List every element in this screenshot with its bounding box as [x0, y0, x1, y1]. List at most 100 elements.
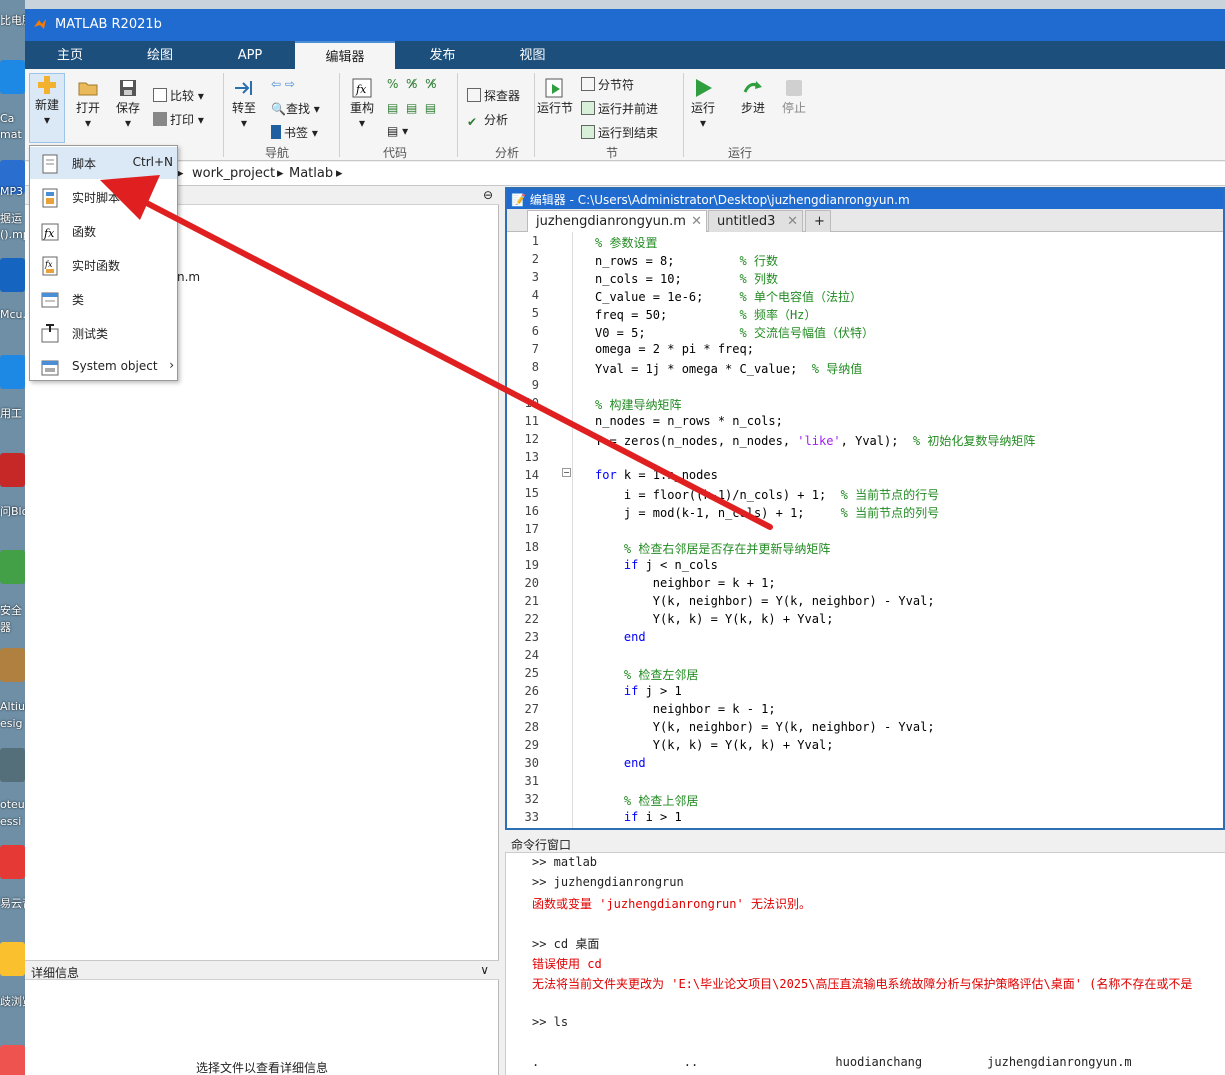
editor-title-bar: 📝 编辑器 - C:\Users\Administrator\Desktop\j…	[507, 189, 1223, 209]
code-keyword: if	[595, 810, 639, 824]
desktop-app-icon[interactable]	[0, 748, 25, 782]
save-button[interactable]: 保存 ▾	[111, 77, 145, 130]
desktop-app-icon[interactable]	[0, 355, 25, 389]
new-menu-item[interactable]: fx 函数	[30, 215, 177, 247]
indent-buttons[interactable]: ▤ ▤ ▤	[387, 101, 436, 115]
desktop-app-icon[interactable]	[0, 845, 25, 879]
close-icon[interactable]: ✕	[787, 214, 798, 229]
run-to-end-label: 运行到结束	[598, 126, 659, 140]
desktop-app-icon[interactable]	[0, 942, 25, 976]
test-class-icon	[41, 324, 59, 343]
refactor-button[interactable]: fx 重构 ▾	[345, 77, 379, 130]
run-to-end-button[interactable]: 运行到结束	[581, 124, 658, 141]
chevron-down-icon[interactable]: ∨	[480, 963, 489, 977]
new-menu-item[interactable]: System object	[30, 351, 177, 383]
run-section-icon	[545, 78, 563, 98]
fold-toggle-icon[interactable]: −	[562, 468, 571, 477]
run-button[interactable]: 运行 ▾	[685, 77, 721, 130]
run-section-button[interactable]: 运行节	[537, 77, 573, 116]
tab-home[interactable]: 主页	[25, 41, 115, 69]
code-text: n_rows = 8;	[595, 254, 740, 268]
find-button[interactable]: 🔍查找 ▾	[271, 100, 320, 117]
bookmark-button[interactable]: 书签 ▾	[271, 124, 318, 141]
tab-apps[interactable]: APP	[205, 41, 295, 69]
open-button[interactable]: 打开 ▾	[71, 77, 105, 130]
print-button[interactable]: 打印 ▾	[153, 111, 204, 128]
new-menu-item[interactable]: 测试类	[30, 317, 177, 349]
add-tab-button[interactable]: +	[805, 210, 831, 232]
check-icon: ✔	[467, 115, 478, 129]
code-line: Y(k, neighbor) = Y(k, neighbor) - Yval;	[595, 594, 935, 608]
line-number: 14	[524, 468, 539, 482]
code-comment: % 参数设置	[595, 236, 658, 250]
code-line: % 检查右邻居是否存在并更新导纳矩阵	[595, 540, 830, 557]
goto-button[interactable]: 转至 ▾	[227, 77, 261, 130]
close-icon[interactable]: ✕	[691, 214, 702, 229]
comment-buttons[interactable]: % %̸ %̸	[387, 77, 436, 91]
new-menu-item[interactable]: 类	[30, 283, 177, 315]
back-forward-buttons[interactable]: ⇦ ⇨	[271, 77, 295, 91]
breadcrumb-item[interactable]: Matlab	[289, 166, 333, 181]
class-icon	[41, 292, 59, 308]
stop-button[interactable]: 停止	[777, 77, 811, 116]
ribbon-separator	[339, 73, 340, 157]
new-menu-item[interactable]: 实时脚本	[30, 181, 177, 213]
code-string: 'like'	[797, 434, 841, 448]
compare-icon	[153, 88, 167, 102]
tab-view[interactable]: 视图	[490, 41, 575, 69]
search-icon: 🔍	[271, 102, 286, 116]
section-group-label: 节	[605, 146, 618, 160]
desktop-app-icon[interactable]	[0, 60, 25, 94]
file-list-item[interactable]: n.m	[177, 270, 200, 284]
code-line: end	[595, 756, 646, 770]
code-text: j = mod(k-1, n_cols) + 1;	[595, 506, 841, 520]
desktop-app-icon[interactable]	[0, 648, 25, 682]
tab-publish[interactable]: 发布	[395, 41, 490, 69]
dropdown-arrow-icon: ▾	[124, 116, 132, 130]
tab-editor[interactable]: 编辑器	[295, 41, 395, 69]
command-window[interactable]: >> matlab >> juzhengdianrongrun 函数或变量 'juz…	[505, 853, 1225, 1075]
desktop-app-icon[interactable]	[0, 550, 25, 584]
tab-plots[interactable]: 绘图	[115, 41, 205, 69]
breadcrumb-item[interactable]: work_project	[192, 166, 275, 181]
new-menu-item-label: 实时函数	[72, 259, 121, 273]
section-break-button[interactable]: 分节符	[581, 76, 634, 93]
profiler-button[interactable]: 探查器	[467, 87, 520, 104]
desktop-label: 器	[0, 621, 11, 634]
run-advance-button[interactable]: 运行并前进	[581, 100, 658, 117]
new-button[interactable]: 新建 ▾	[29, 73, 65, 143]
code-text: Y(k, k) = Y(k, k) + Yval;	[595, 612, 834, 626]
matlab-logo-icon	[34, 19, 46, 29]
live-function-icon: fx	[42, 256, 58, 276]
new-menu-item[interactable]: 脚本 Ctrl+N	[30, 147, 177, 179]
editor-tab[interactable]: untitled3 ✕	[708, 210, 803, 232]
run-label: 运行	[690, 101, 715, 115]
details-header[interactable]: 详细信息 ∨	[25, 960, 499, 980]
insert-function-button[interactable]: ▤ ▾	[387, 124, 408, 138]
desktop-label: ().mp	[0, 228, 25, 241]
new-menu-item[interactable]: fx 实时函数	[30, 249, 177, 281]
desktop-app-icon[interactable]	[0, 258, 25, 292]
step-button[interactable]: 步进	[735, 77, 771, 116]
new-menu-item-label: 类	[72, 293, 85, 307]
desktop-app-icon[interactable]	[0, 453, 25, 487]
dropdown-arrow-icon: ▾	[43, 113, 51, 127]
code-keyword: end	[595, 630, 646, 644]
pane-menu-icon[interactable]: ⊖	[483, 188, 493, 202]
code-line: % 检查左邻居	[595, 666, 698, 683]
analyze-button[interactable]: ✔ 分析	[467, 111, 508, 129]
editor-tab-active[interactable]: juzhengdianrongyun.m ✕	[527, 210, 707, 232]
line-number: 27	[524, 702, 539, 716]
desktop-app-icon[interactable]	[0, 1045, 25, 1075]
run-group-label: 运行	[727, 146, 752, 160]
new-menu-item-shortcut: Ctrl+N	[132, 155, 173, 169]
goto-label: 转至	[231, 101, 256, 115]
line-number-gutter: − 1 2 3 4 5 6 7 8 9 10 11 12 13 14 15 16 17 18 19 20 21 22 23 2…	[507, 232, 573, 828]
editor-tab-label: untitled3	[717, 214, 776, 229]
new-label: 新建	[34, 98, 59, 112]
compare-button[interactable]: 比较 ▾	[153, 87, 204, 104]
stop-icon	[786, 80, 802, 96]
desktop-label: mat	[0, 128, 22, 141]
details-title: 详细信息	[31, 966, 80, 980]
code-text: j > 1	[638, 684, 682, 698]
